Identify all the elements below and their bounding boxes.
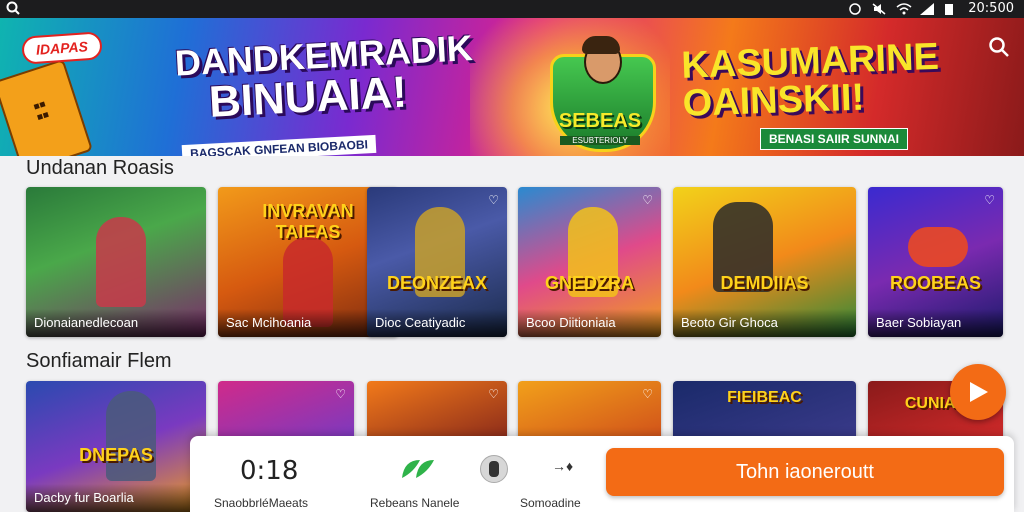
- favorite-icon[interactable]: ♡: [335, 387, 346, 401]
- alarm-icon: [848, 2, 862, 15]
- battery-icon: [944, 3, 958, 15]
- game-card-caption: Dioc Ceatiyadic: [367, 309, 507, 337]
- signal-icon: [920, 2, 935, 15]
- brand-logo[interactable]: IDAPAS: [21, 31, 103, 65]
- ticket-graphic: ■■ ■■: [0, 58, 94, 156]
- game-card-art-title: DEMDIIAS: [720, 273, 809, 293]
- bottom-label-2[interactable]: Rebeans Nanele: [370, 496, 459, 510]
- character-figure: [106, 391, 156, 481]
- favorite-icon[interactable]: ♡: [642, 387, 653, 401]
- toggle-icon[interactable]: [480, 455, 508, 483]
- bottom-label-3[interactable]: Somoadine: [520, 496, 581, 510]
- status-time: 20:500: [968, 1, 1014, 16]
- favorite-icon[interactable]: ♡: [488, 387, 499, 401]
- game-card[interactable]: FIEIBEAC: [673, 381, 856, 441]
- mascot-hair: [582, 36, 620, 54]
- game-card-caption: Beoto Gir Ghoca: [673, 309, 856, 337]
- favorite-icon[interactable]: ♡: [984, 193, 995, 207]
- mascot-badge: SEBEAS ESUBTERIOLY: [540, 36, 660, 152]
- banner-headline-right: KASUMARINE OAINSKII!: [680, 35, 940, 125]
- status-bar: 20:500: [0, 0, 1024, 18]
- section-title-1: Undanan Roasis: [26, 157, 174, 179]
- game-card-caption: Baer Sobiayan: [868, 309, 1003, 337]
- game-card[interactable]: DNEPAS Dacby fur Boarlia: [26, 381, 206, 512]
- bottom-label-1[interactable]: SnaobbrléMaeats: [214, 496, 308, 510]
- banner-headline-left-line2: BINUAIA!: [207, 67, 409, 127]
- banner-subtitle-right: BENASI SAIIR SUNNAI: [760, 128, 909, 150]
- game-card-art-title: DNEPAS: [79, 445, 153, 465]
- hero-banner[interactable]: ■■ ■■ IDAPAS DANDKEMRADIK BINUAIA! BAGSCA…: [0, 18, 1024, 156]
- bottom-action-bar: 0:18 SnaobbrléMaeats Rebeans Nanele →♦ S…: [190, 436, 1014, 512]
- character-figure: [96, 217, 146, 307]
- game-card-caption: Dionaianedlecoan: [26, 309, 206, 337]
- game-card[interactable]: ♡: [367, 381, 507, 441]
- game-card-art-title: GNEDZRA: [545, 273, 634, 293]
- game-card-caption: Dacby fur Boarlia: [26, 484, 206, 512]
- badge-title: SEBEAS: [558, 110, 642, 132]
- favorite-icon[interactable]: ♡: [642, 193, 653, 207]
- primary-cta-button[interactable]: Tohn iaoneroutt: [606, 448, 1004, 496]
- game-card-art-title: DEONZEAX: [386, 273, 487, 293]
- game-card[interactable]: ♡ GNEDZRA Bcoo Diitioniaia: [518, 187, 661, 337]
- game-card[interactable]: ♡: [518, 381, 661, 441]
- spaceship-figure: [908, 227, 968, 267]
- game-card-art-title: ROOBEAS: [889, 273, 981, 293]
- banner-headline-left: DANDKEMRADIK BINUAIA!: [174, 27, 474, 127]
- game-card[interactable]: Dionaianedlecoan: [26, 187, 206, 337]
- mute-icon: [872, 2, 886, 15]
- game-card[interactable]: DEMDIIAS Beoto Gir Ghoca: [673, 187, 856, 337]
- banner-subtitle-left: BAGSCAK GNFEAN BIOBAOBI: [181, 134, 377, 156]
- app-notification-icon: [6, 1, 20, 18]
- badge-subtitle: ESUBTERIOLY: [560, 136, 640, 145]
- wifi-icon: [896, 2, 912, 15]
- section-title-2: Sonfiamair Flem: [26, 350, 172, 372]
- search-icon[interactable]: [988, 36, 1010, 58]
- game-card-caption: Bcoo Diitioniaia: [518, 309, 661, 337]
- leaf-icon[interactable]: [398, 454, 438, 482]
- game-card-art-title: FIEIBEAC: [727, 389, 802, 406]
- play-button[interactable]: [950, 364, 1006, 420]
- timer-counter: 0:18: [240, 456, 299, 486]
- play-icon: [970, 382, 988, 402]
- game-card[interactable]: ♡: [218, 381, 354, 441]
- transfer-arrows-icon[interactable]: →♦: [552, 458, 573, 474]
- favorite-icon[interactable]: ♡: [488, 193, 499, 207]
- game-card[interactable]: ♡ ROOBEAS Baer Sobiayan: [868, 187, 1003, 337]
- game-card[interactable]: ♡ DEONZEAX Dioc Ceatiyadic: [367, 187, 507, 337]
